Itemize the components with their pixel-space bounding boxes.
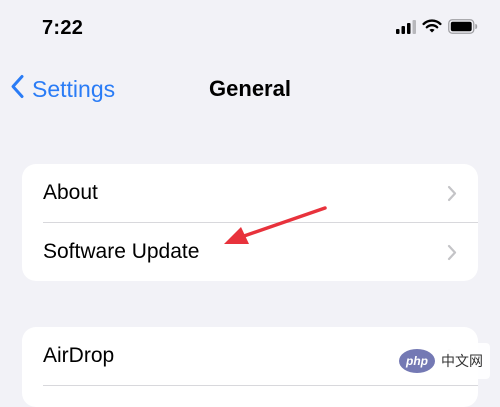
watermark: php 中文网 — [392, 343, 490, 379]
watermark-logo: php — [399, 349, 435, 373]
battery-icon — [448, 19, 478, 39]
row-label: AirDrop — [43, 344, 115, 367]
cellular-signal-icon — [396, 19, 416, 39]
row-label: Software Update — [43, 240, 200, 263]
page-title: General — [209, 76, 291, 101]
chevron-right-icon — [447, 185, 457, 207]
row-label: About — [43, 181, 98, 204]
settings-row-about[interactable]: About — [22, 164, 478, 222]
status-icons — [396, 19, 478, 39]
row-separator — [43, 385, 478, 386]
navigation-bar: Settings General — [0, 62, 500, 114]
settings-group-general: About Software Update — [22, 164, 478, 281]
wifi-icon — [422, 19, 442, 39]
status-time: 7:22 — [42, 17, 84, 39]
status-bar: 7:22 — [0, 0, 500, 60]
settings-row-software-update[interactable]: Software Update — [22, 223, 478, 281]
watermark-text: 中文网 — [441, 354, 483, 370]
chevron-right-icon — [447, 244, 457, 266]
